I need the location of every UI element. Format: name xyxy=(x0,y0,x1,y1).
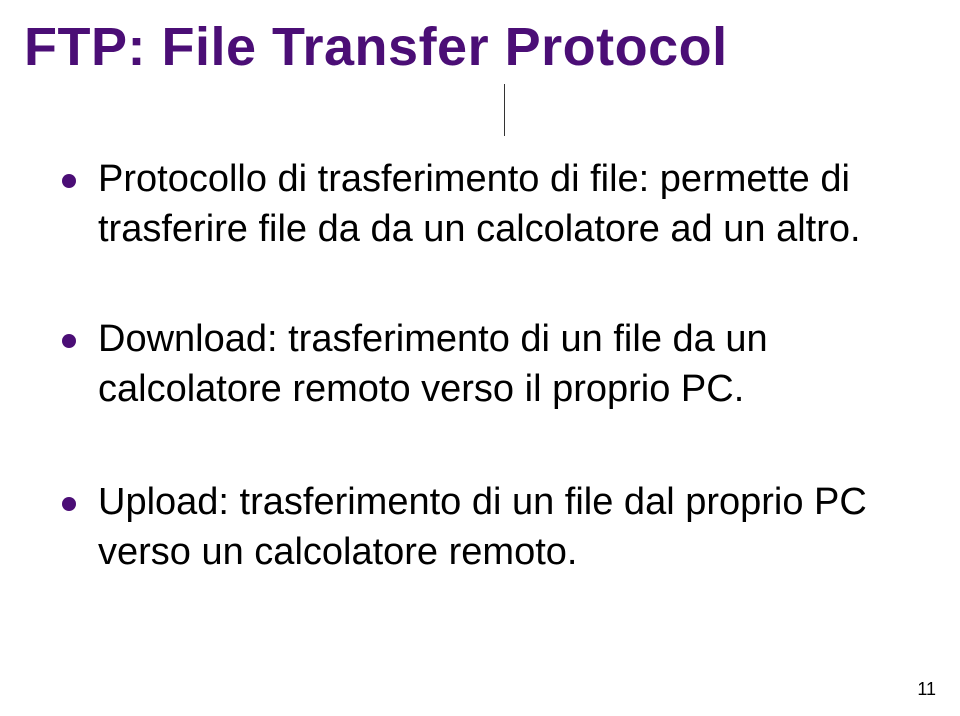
title-divider xyxy=(504,84,505,136)
bullet-text: Protocollo di trasferimento di file: per… xyxy=(98,154,912,254)
page-number: 11 xyxy=(917,679,936,700)
bullet-item: Download: trasferimento di un file da un… xyxy=(62,314,912,414)
slide: FTP: File Transfer Protocol Protocollo d… xyxy=(0,0,960,716)
bullet-item: Upload: trasferimento di un file dal pro… xyxy=(62,477,912,577)
bullet-icon xyxy=(62,497,76,511)
bullet-item: Protocollo di trasferimento di file: per… xyxy=(62,154,912,254)
bullet-text: Download: trasferimento di un file da un… xyxy=(98,314,912,414)
spacer xyxy=(62,254,912,314)
bullet-icon xyxy=(62,334,76,348)
bullet-icon xyxy=(62,174,76,188)
spacer xyxy=(62,415,912,477)
bullet-text: Upload: trasferimento di un file dal pro… xyxy=(98,477,912,577)
slide-title: FTP: File Transfer Protocol xyxy=(24,16,728,78)
slide-body: Protocollo di trasferimento di file: per… xyxy=(62,154,912,577)
